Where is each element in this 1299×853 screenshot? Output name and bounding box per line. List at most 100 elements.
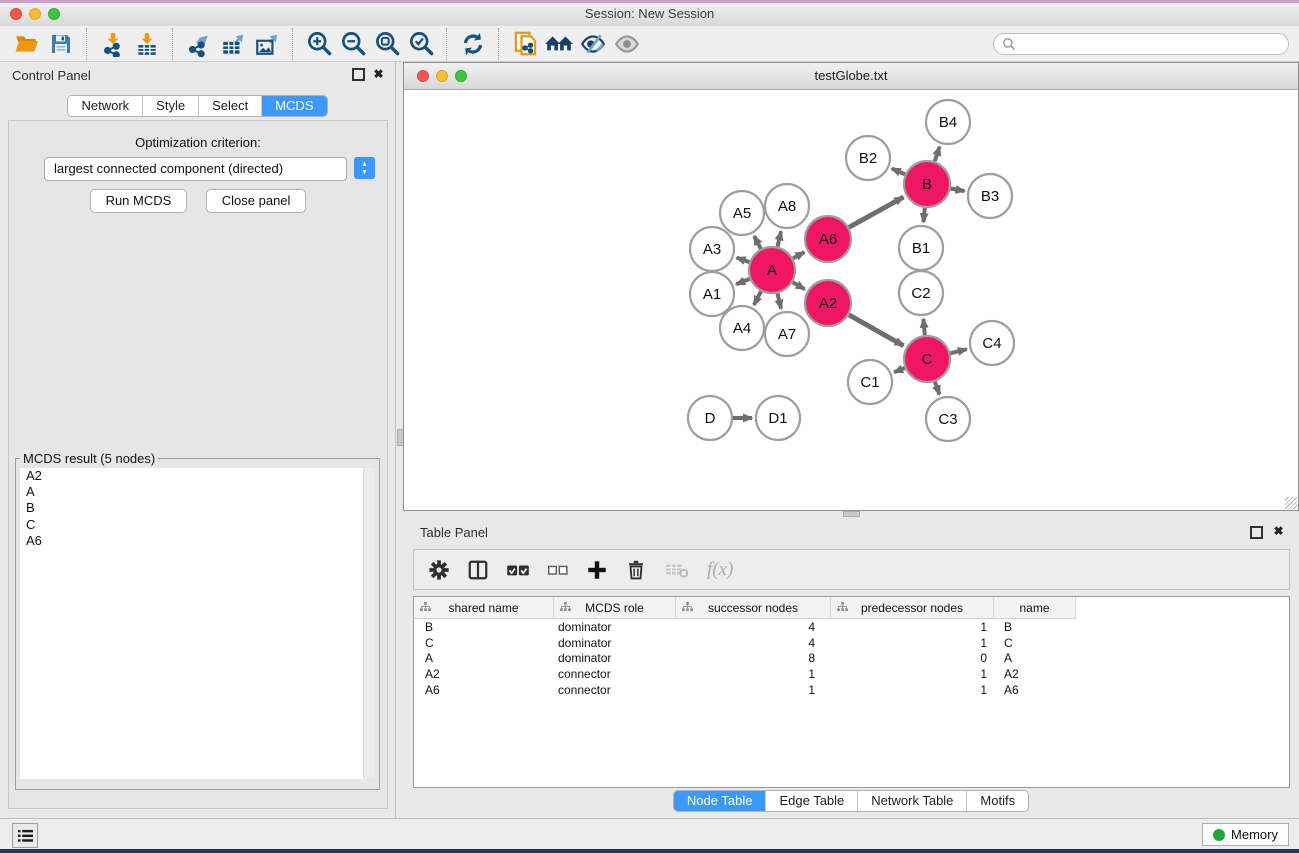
table-cell[interactable]: dominator: [554, 636, 676, 650]
table-cell[interactable]: A6: [414, 683, 554, 697]
column-header-successor-nodes[interactable]: successor nodes: [676, 597, 831, 618]
table-cell[interactable]: connector: [554, 683, 676, 697]
graph-edge-B-B1[interactable]: [923, 208, 924, 222]
table-cell[interactable]: A: [414, 651, 554, 665]
table-cell[interactable]: 0: [831, 651, 994, 665]
criterion-select[interactable]: largest connected component (directed) ▲…: [44, 157, 347, 181]
close-panel-button-inline[interactable]: Close panel: [206, 189, 307, 213]
column-header-predecessor-nodes[interactable]: predecessor nodes: [831, 597, 994, 618]
table-cell[interactable]: C: [994, 636, 1076, 650]
zoom-out-button[interactable]: [336, 29, 370, 59]
run-mcds-button[interactable]: Run MCDS: [90, 189, 188, 213]
graph-edge-A2-C[interactable]: [849, 315, 904, 346]
graph-edge-B-B4[interactable]: [935, 147, 940, 162]
list-item[interactable]: C: [20, 517, 375, 533]
tab-node-table[interactable]: Node Table: [674, 791, 766, 811]
select-all-button[interactable]: [506, 561, 530, 579]
graph-edge-B-B2[interactable]: [892, 168, 905, 174]
column-header-name[interactable]: name: [994, 597, 1076, 618]
task-history-button[interactable]: [12, 823, 38, 848]
table-cell[interactable]: connector: [554, 667, 676, 681]
table-cell[interactable]: dominator: [554, 651, 676, 665]
mcds-result-list[interactable]: A2ABCA6: [20, 468, 375, 779]
export-network-button[interactable]: [182, 29, 216, 59]
copy-network-button[interactable]: [508, 29, 542, 59]
tab-select[interactable]: Select: [198, 96, 261, 116]
list-item[interactable]: A: [20, 484, 375, 500]
zoom-fit-button[interactable]: [370, 29, 404, 59]
list-item[interactable]: A2: [20, 468, 375, 484]
save-session-button[interactable]: [44, 29, 78, 59]
table-cell[interactable]: 1: [831, 667, 994, 681]
tab-network[interactable]: Network: [68, 96, 142, 116]
graph-edge-C-C4[interactable]: [950, 349, 966, 353]
table-cell[interactable]: 1: [676, 667, 831, 681]
network-window-titlebar[interactable]: testGlobe.txt: [404, 63, 1298, 90]
tab-style[interactable]: Style: [142, 96, 198, 116]
tab-edge-table[interactable]: Edge Table: [765, 791, 857, 811]
show-graphics-button[interactable]: [610, 29, 644, 59]
list-scrollbar[interactable]: [363, 468, 375, 779]
search-input[interactable]: [1020, 36, 1288, 52]
list-item[interactable]: A6: [20, 533, 375, 549]
float-table-panel-button[interactable]: [1250, 526, 1263, 539]
hide-graphics-button[interactable]: [576, 29, 610, 59]
show-columns-button[interactable]: [467, 559, 489, 581]
resize-grip-icon[interactable]: [1285, 497, 1297, 509]
table-settings-button[interactable]: [428, 559, 450, 581]
float-panel-button[interactable]: [352, 68, 365, 81]
tab-motifs[interactable]: Motifs: [966, 791, 1028, 811]
function-builder-button[interactable]: f(x): [707, 559, 733, 581]
graph-edge-A6-B[interactable]: [849, 197, 903, 227]
table-cell[interactable]: B: [994, 620, 1076, 634]
table-cell[interactable]: 1: [831, 636, 994, 650]
graph-edge-A-A8[interactable]: [777, 231, 781, 246]
table-cell[interactable]: 4: [676, 636, 831, 650]
deselect-all-button[interactable]: [547, 562, 569, 578]
table-row[interactable]: Cdominator41C: [414, 635, 1289, 651]
table-cell[interactable]: 8: [676, 651, 831, 665]
tab-network-table[interactable]: Network Table: [857, 791, 966, 811]
open-session-button[interactable]: [10, 29, 44, 59]
graph-edge-B-B3[interactable]: [951, 188, 965, 191]
table-cell[interactable]: A2: [414, 667, 554, 681]
table-cell[interactable]: B: [414, 620, 554, 634]
table-cell[interactable]: 1: [676, 683, 831, 697]
graph-edge-A-A6[interactable]: [793, 252, 804, 258]
memory-button[interactable]: Memory: [1202, 823, 1289, 846]
graph-edge-A-A5[interactable]: [754, 236, 761, 249]
zoom-selected-button[interactable]: [404, 29, 438, 59]
search-box[interactable]: [993, 33, 1289, 55]
home-button[interactable]: [542, 29, 576, 59]
graph-edge-A-A7[interactable]: [777, 293, 781, 308]
create-column-button[interactable]: [586, 559, 608, 581]
close-panel-button[interactable]: ✖: [372, 68, 385, 81]
network-canvas[interactable]: B4B2BB3A8A5A6B1A3AC2A1A2A4A7C4CC1C3DD1: [404, 90, 1298, 510]
export-image-button[interactable]: [250, 29, 284, 59]
import-network-button[interactable]: [96, 29, 130, 59]
export-table-button[interactable]: [216, 29, 250, 59]
tab-mcds[interactable]: MCDS: [261, 96, 326, 116]
import-table-button[interactable]: [130, 29, 164, 59]
zoom-in-button[interactable]: [302, 29, 336, 59]
apply-layout-button[interactable]: [456, 29, 490, 59]
table-cell[interactable]: 1: [831, 620, 994, 634]
table-row[interactable]: Bdominator41B: [414, 619, 1289, 635]
list-item[interactable]: B: [20, 500, 375, 516]
column-header-shared-name[interactable]: shared name: [414, 597, 554, 618]
graph-edge-A-A4[interactable]: [754, 291, 761, 305]
table-cell[interactable]: A: [994, 651, 1076, 665]
table-cell[interactable]: C: [414, 636, 554, 650]
column-header-MCDS-role[interactable]: MCDS role: [554, 597, 676, 618]
table-row[interactable]: Adominator80A: [414, 650, 1289, 666]
graph-edge-C-C2[interactable]: [923, 319, 924, 335]
delete-table-button[interactable]: [664, 560, 690, 580]
graph-edge-A-A1[interactable]: [736, 279, 750, 284]
table-row[interactable]: A6connector11A6: [414, 682, 1289, 698]
table-cell[interactable]: A6: [994, 683, 1076, 697]
table-cell[interactable]: 4: [676, 620, 831, 634]
graph-edge-A-A3[interactable]: [737, 258, 750, 262]
main-titlebar[interactable]: Session: New Session: [0, 3, 1299, 27]
graph-edge-C-C3[interactable]: [935, 382, 939, 395]
graph-edge-C-C1[interactable]: [894, 368, 905, 372]
